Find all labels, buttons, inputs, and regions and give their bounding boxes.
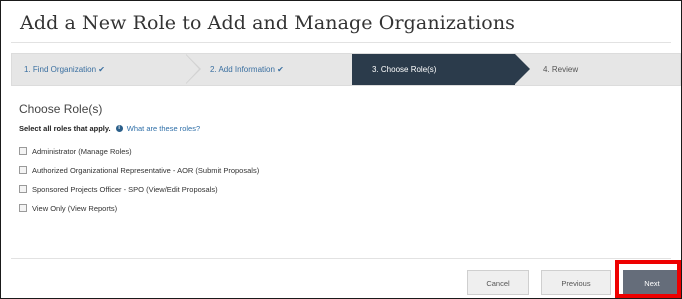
step-choose-roles: 3. Choose Role(s) [372, 65, 437, 74]
role-label: Administrator (Manage Roles) [32, 147, 132, 156]
title-divider [11, 42, 671, 43]
previous-button[interactable]: Previous [541, 270, 611, 295]
role-checkbox[interactable] [19, 166, 27, 175]
cancel-button[interactable]: Cancel [467, 270, 529, 295]
info-icon: i [115, 124, 123, 132]
role-option[interactable]: View Only (View Reports) [19, 204, 117, 213]
role-checkbox[interactable] [19, 204, 27, 213]
what-are-these-roles-link[interactable]: What are these roles? [127, 124, 200, 133]
role-label: Authorized Organizational Representative… [32, 166, 260, 175]
step-add-information[interactable]: 2. Add Information ✔ [210, 54, 284, 85]
dialog-frame: Add a New Role to Add and Manage Organiz… [0, 0, 682, 299]
progress-steps: 1. Find Organization ✔ 2. Add Informatio… [11, 53, 681, 86]
instruction-line: Select all roles that apply. i What are … [19, 124, 200, 133]
role-option[interactable]: Sponsored Projects Officer - SPO (View/E… [19, 185, 218, 194]
section-title: Choose Role(s) [19, 102, 103, 116]
role-option[interactable]: Authorized Organizational Representative… [19, 166, 259, 175]
step-separator [185, 54, 199, 84]
next-button-highlight-box [615, 260, 681, 298]
role-label: Sponsored Projects Officer - SPO (View/E… [32, 185, 218, 194]
step-review: 4. Review [543, 65, 579, 74]
step-find-organization[interactable]: 1. Find Organization ✔ [24, 54, 105, 85]
role-checkbox[interactable] [19, 185, 27, 194]
instruction-text: Select all roles that apply. [19, 124, 111, 133]
active-step-arrow [515, 54, 530, 84]
role-label: View Only (View Reports) [32, 204, 118, 213]
page-title: Add a New Role to Add and Manage Organiz… [20, 12, 516, 34]
footer-divider [11, 258, 671, 259]
role-checkbox[interactable] [19, 147, 27, 156]
role-option[interactable]: Administrator (Manage Roles) [19, 147, 132, 156]
